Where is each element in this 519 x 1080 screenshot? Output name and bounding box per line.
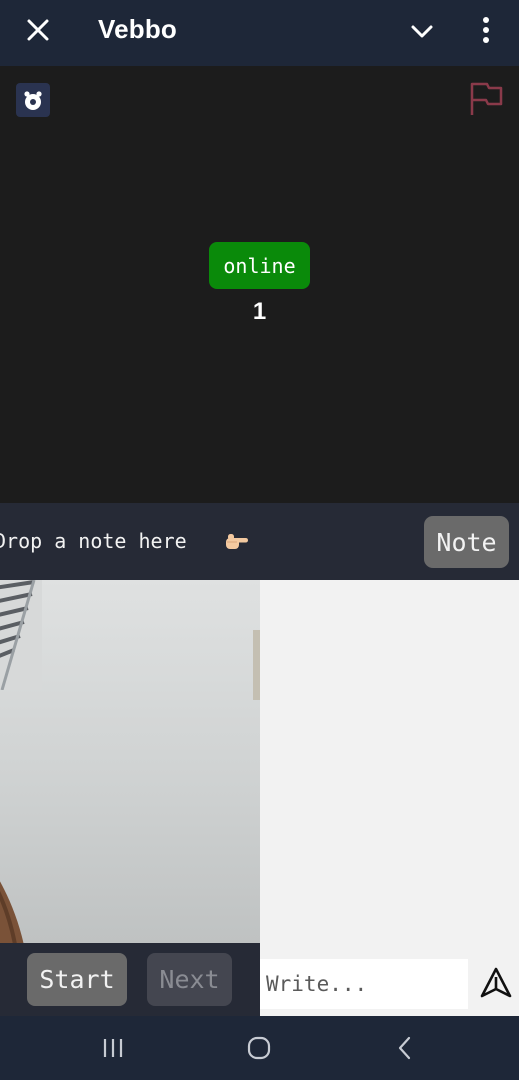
hand-image bbox=[0, 881, 24, 943]
bot-icon bbox=[24, 91, 42, 110]
bot-button[interactable] bbox=[16, 83, 50, 117]
home-icon[interactable] bbox=[244, 1034, 274, 1062]
online-count: 1 bbox=[252, 298, 267, 325]
flag-icon[interactable] bbox=[467, 80, 505, 118]
chevron-down-icon[interactable] bbox=[406, 15, 438, 47]
message-input[interactable] bbox=[260, 959, 468, 1009]
note-bar: Drop a note here Note bbox=[0, 503, 519, 580]
back-icon[interactable] bbox=[392, 1034, 418, 1062]
app-bar: Vebbo bbox=[0, 0, 519, 66]
status-badge: online bbox=[209, 242, 310, 289]
recents-icon[interactable] bbox=[98, 1034, 128, 1062]
close-icon[interactable] bbox=[22, 14, 54, 46]
object-edge bbox=[253, 630, 260, 700]
app-title: Vebbo bbox=[98, 14, 178, 44]
next-button[interactable]: Next bbox=[147, 953, 232, 1006]
system-nav-bar bbox=[0, 1016, 519, 1080]
note-text: Drop a note here bbox=[0, 529, 187, 553]
more-vert-icon[interactable] bbox=[474, 12, 498, 48]
pointing-hand-icon bbox=[224, 529, 250, 555]
start-button[interactable]: Start bbox=[27, 953, 127, 1006]
video-stage: online 1 bbox=[0, 66, 519, 503]
chat-panel bbox=[260, 580, 519, 951]
call-controls: Start Next bbox=[0, 943, 260, 1016]
message-composer bbox=[260, 951, 519, 1016]
send-icon[interactable] bbox=[479, 966, 513, 1000]
note-button[interactable]: Note bbox=[424, 516, 509, 568]
camera-view bbox=[0, 580, 260, 943]
window-blinds-image bbox=[0, 580, 42, 690]
